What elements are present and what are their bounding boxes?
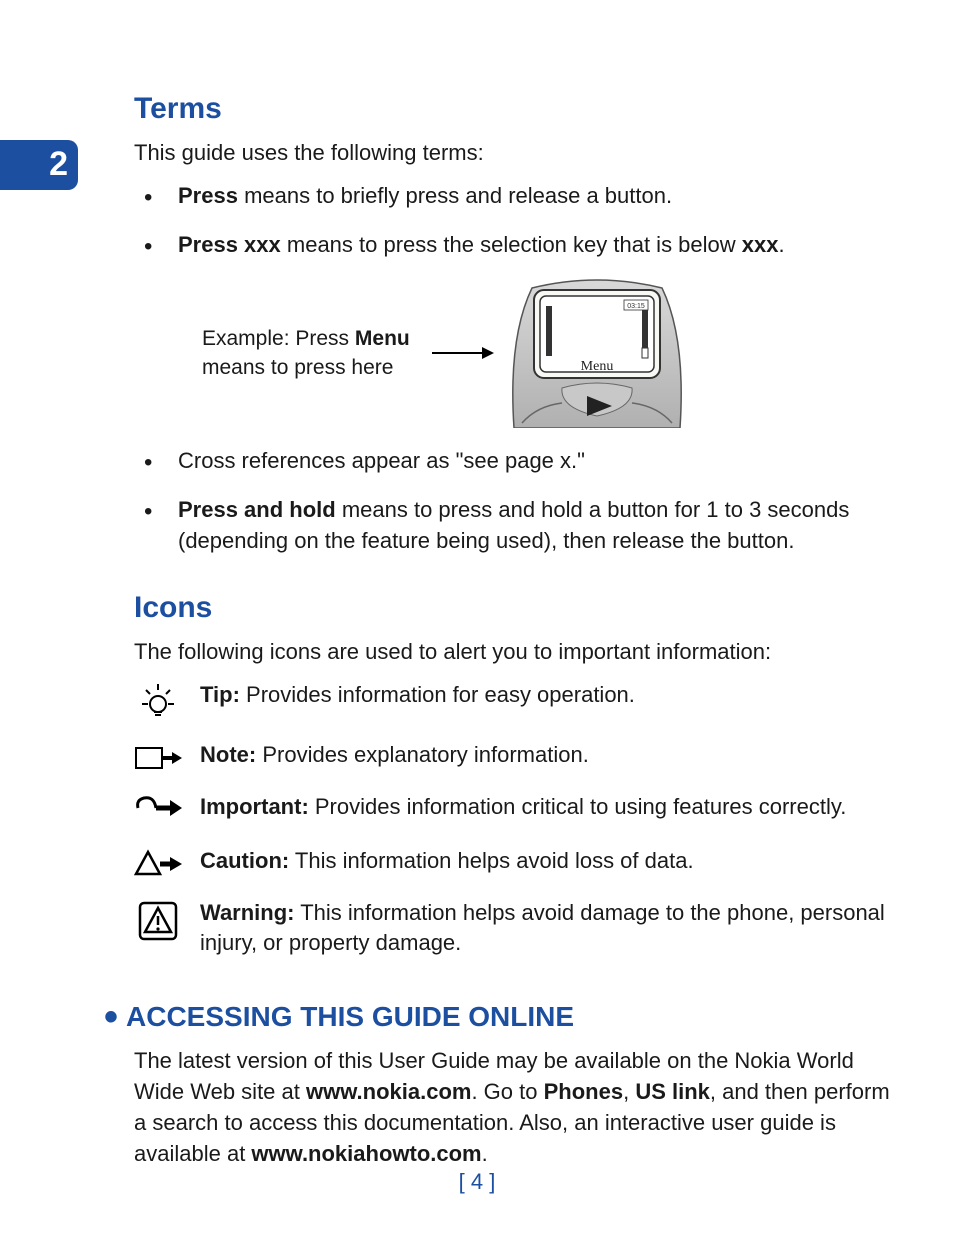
arrow-icon [432,352,492,354]
para-bold: US link [635,1079,710,1104]
icon-desc: This information helps avoid damage to t… [200,900,885,956]
icon-label: Warning: [200,900,295,925]
terms-heading: Terms [134,88,906,130]
caution-icon [134,846,182,878]
list-item: Press means to briefly press and release… [144,181,906,212]
list-item: Press and hold means to press and hold a… [144,495,906,557]
list-item: Cross references appear as "see page x." [144,446,906,477]
icon-row-tip: Tip: Provides information for easy opera… [134,680,906,720]
example-row: Example: Press Menu means to press here … [202,278,906,428]
svg-text:Menu: Menu [581,359,614,374]
icon-row-caution: Caution: This information helps avoid lo… [134,846,906,878]
para-bold: www.nokiahowto.com [251,1141,481,1166]
term-text: . [779,232,785,257]
para-bold: www.nokia.com [306,1079,471,1104]
note-icon [134,740,182,772]
icon-row-warning: Warning: This information helps avoid da… [134,898,906,960]
chapter-tab: 2 [0,140,78,190]
list-item: Press xxx means to press the selection k… [144,230,906,261]
para-text: , [623,1079,635,1104]
bullet-icon: • [104,995,118,1039]
terms-intro: This guide uses the following terms: [134,138,906,169]
term-bold: xxx [742,232,779,257]
accessing-paragraph: The latest version of this User Guide ma… [134,1046,906,1169]
icon-row-note: Note: Provides explanatory information. [134,740,906,772]
accessing-heading: • ACCESSING THIS GUIDE ONLINE [104,997,906,1036]
term-text: Cross references appear as "see page x." [178,448,585,473]
icon-label: Note: [200,742,256,767]
term-text: means to briefly press and release a but… [238,183,672,208]
term-text: means to press the selection key that is… [281,232,742,257]
icon-label: Caution: [200,848,289,873]
term-bold: Press and hold [178,497,336,522]
icon-label: Tip: [200,682,240,707]
terms-list: Press means to briefly press and release… [134,181,906,261]
para-bold: Phones [544,1079,623,1104]
icons-heading: Icons [134,587,906,629]
important-icon [134,792,182,826]
icon-label: Important: [200,794,309,819]
example-suffix: means to press here [202,356,393,379]
svg-text:03:15: 03:15 [627,303,645,310]
example-text: Example: Press Menu means to press here [202,324,422,383]
accessing-heading-text: ACCESSING THIS GUIDE ONLINE [126,1001,574,1032]
icon-desc: Provides explanatory information. [256,742,589,767]
icon-row-important: Important: Provides information critical… [134,792,906,826]
terms-list-2: Cross references appear as "see page x."… [134,446,906,556]
warning-icon [134,898,182,942]
para-text: . Go to [471,1079,543,1104]
example-prefix: Example: Press [202,327,355,350]
term-bold: Press [178,183,238,208]
para-text: . [482,1141,488,1166]
icon-desc: This information helps avoid loss of dat… [289,848,693,873]
tip-icon [134,680,182,720]
page-content: Terms This guide uses the following term… [134,88,906,1170]
example-bold: Menu [355,327,410,350]
icons-intro: The following icons are used to alert yo… [134,637,906,668]
icon-desc: Provides information for easy operation. [240,682,635,707]
phone-illustration: 03:15 Menu [502,278,692,428]
page-number: [ 4 ] [0,1167,954,1198]
icon-desc: Provides information critical to using f… [309,794,847,819]
term-bold: Press xxx [178,232,281,257]
